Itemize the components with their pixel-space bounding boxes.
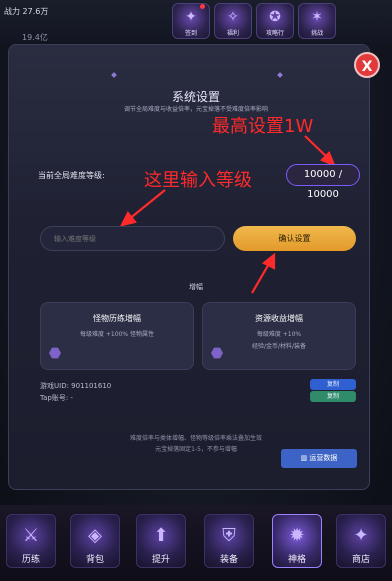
section-title-boost: 增幅 xyxy=(189,283,203,291)
copy-tap-button[interactable]: 复制 xyxy=(310,391,356,402)
nav-label: 历练 xyxy=(21,555,40,565)
nav-shop[interactable]: ✦ 商店 xyxy=(336,514,386,568)
monster-boost-card: 怪物历练增幅 每级难度 +100% 怪物属性 xyxy=(40,302,194,370)
nav-equipment[interactable]: ⛨ 装备 xyxy=(204,514,254,568)
equipment-icon: ⛨ xyxy=(222,525,236,546)
nav-divinity[interactable]: ✹ 神格 xyxy=(272,514,322,568)
nav-label: 装备 xyxy=(219,555,238,565)
confirm-button[interactable]: 确认设置 xyxy=(233,226,356,251)
card-title: 怪物历练增幅 xyxy=(93,314,141,323)
arrow-to-input xyxy=(127,189,166,221)
nav-bag[interactable]: ◈ 背包 xyxy=(70,514,120,568)
card-desc-2: 经验/金币/材料/装备 xyxy=(251,343,307,350)
nav-label: 商店 xyxy=(351,555,370,565)
level-input[interactable] xyxy=(40,226,225,251)
hexagon-icon xyxy=(49,347,61,359)
nav-training[interactable]: ⚔ 历练 xyxy=(6,514,56,568)
nav-upgrade[interactable]: ⬆ 提升 xyxy=(136,514,186,568)
arrowhead-confirm xyxy=(261,252,276,270)
ops-data-button[interactable]: ▥ 运营数据 xyxy=(281,449,357,468)
game-uid: 游戏UID: 901101610 xyxy=(40,382,112,390)
bottom-nav-bar xyxy=(0,505,392,581)
level-label: 当前全局难度等级: xyxy=(38,171,105,180)
ops-data-label: 运营数据 xyxy=(309,454,338,462)
level-value-display: 10000 / 10000 xyxy=(286,164,360,200)
card-title: 资源收益增幅 xyxy=(255,314,303,323)
bag-icon: ◈ xyxy=(88,525,102,546)
nav-label: 神格 xyxy=(287,555,306,565)
divinity-icon: ✹ xyxy=(289,525,305,546)
copy-uid-button[interactable]: 复制 xyxy=(310,379,356,390)
card-desc: 每级难度 +10% xyxy=(256,331,302,338)
footnote-1: 难度倍率与类体增幅、怪物等级倍率乘法叠加生效 xyxy=(129,435,262,442)
card-desc: 每级难度 +100% 怪物属性 xyxy=(80,331,154,338)
nav-label: 提升 xyxy=(151,555,170,565)
shop-icon: ✦ xyxy=(353,525,369,546)
resource-boost-card: 资源收益增幅 每级难度 +10% 经验/金币/材料/装备 xyxy=(202,302,356,370)
nav-label: 背包 xyxy=(85,555,104,565)
upgrade-icon: ⬆ xyxy=(153,525,169,546)
training-icon: ⚔ xyxy=(22,525,40,546)
tap-account: Tap账号: - xyxy=(40,394,73,402)
